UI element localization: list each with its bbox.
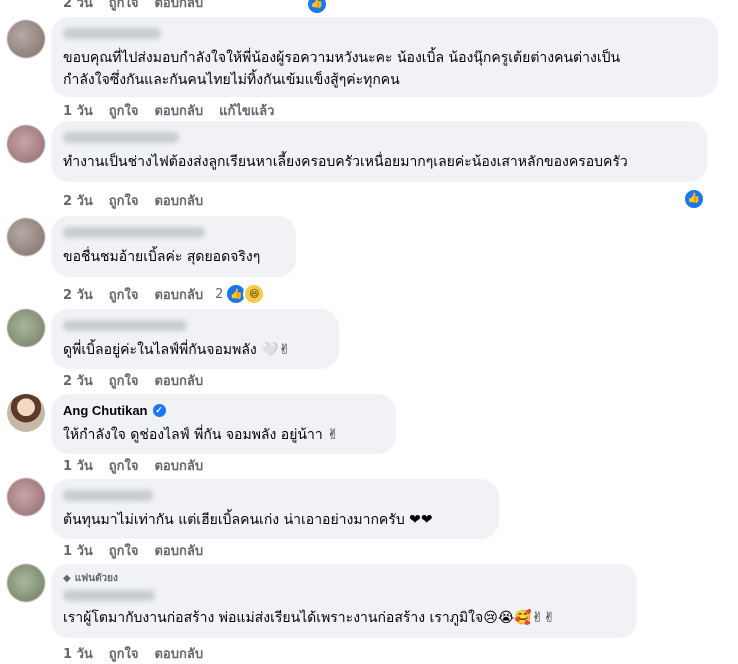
- like-action[interactable]: ถูกใจ: [109, 643, 139, 664]
- avatar[interactable]: [7, 478, 45, 516]
- commenter-name-blurred[interactable]: [63, 590, 155, 601]
- comment-actions: 1 วัน ถูกใจ ตอบกลับ: [63, 643, 203, 664]
- reply-action[interactable]: ตอบกลับ: [154, 643, 203, 664]
- comment-actions: 2 วัน ถูกใจ ตอบกลับ: [63, 370, 203, 391]
- commenter-name-blurred[interactable]: [63, 28, 161, 39]
- reply-action[interactable]: ตอบกลับ: [154, 100, 203, 121]
- avatar[interactable]: [7, 564, 45, 602]
- reply-action[interactable]: ตอบกลับ: [154, 455, 203, 476]
- like-icon: 👍: [306, 0, 328, 15]
- comment-actions-partial: 2 วัน ถูกใจ ตอบกลับ: [63, 0, 203, 13]
- comment-bubble: Ang Chutikan ✓ ให้กำลังใจ ดูช่องไลฟ์ พี่…: [51, 394, 396, 454]
- like-reaction-icon: 👍: [306, 0, 328, 15]
- commenter-name-blurred[interactable]: [63, 132, 179, 143]
- comment-text: ให้กำลังใจ ดูช่องไลฟ์ พี่กัน จอมพลัง อยู…: [63, 427, 339, 443]
- comment-text: กำลังใจซึ่งกันและกันคนไทยไม่ทิ้งกันเข้มแ…: [63, 72, 400, 88]
- comment-text: ดูพี่เบิ้ลอยู่ค่ะในไลฟ์พี่กันจอมพลัง 🤍✌: [63, 342, 291, 358]
- comment-bubble: ขอบคุณที่ไปส่งมอบกำลังใจให้พี่น้องผู้รอค…: [51, 17, 718, 97]
- commenter-name-blurred[interactable]: [63, 227, 205, 238]
- like-action[interactable]: ถูกใจ: [109, 370, 139, 391]
- comment-text: เราผู้โตมากับงานก่อสร้าง พ่อแม่ส่งเรียนไ…: [63, 610, 556, 626]
- comment-text: ขอบคุณที่ไปส่งมอบกำลังใจให้พี่น้องผู้รอค…: [63, 50, 621, 66]
- avatar[interactable]: [7, 125, 45, 163]
- avatar[interactable]: [7, 218, 45, 256]
- comment-time[interactable]: 1 วัน: [63, 100, 93, 121]
- commenter-name-blurred[interactable]: [63, 490, 153, 501]
- comment-actions: 2 วัน ถูกใจ ตอบกลับ 2 👍 😆: [63, 283, 266, 305]
- comment-time[interactable]: 2 วัน: [63, 370, 93, 391]
- comment-time[interactable]: 2 วัน: [63, 190, 93, 211]
- reply-action[interactable]: ตอบกลับ: [154, 0, 203, 13]
- like-action[interactable]: ถูกใจ: [109, 0, 139, 13]
- comment-bubble: ขอชื่นชมอ้ายเบิ้ลค่ะ สุดยอดจริงๆ: [51, 216, 296, 277]
- reaction-summary[interactable]: 2 👍 😆: [215, 283, 266, 305]
- like-action[interactable]: ถูกใจ: [109, 100, 139, 121]
- reaction-count: 2: [215, 286, 224, 302]
- comment-bubble: ทำงานเป็นช่างไฟต้องส่งลูกเรียนหาเลี้ยงคร…: [51, 121, 707, 182]
- avatar[interactable]: [7, 394, 45, 432]
- comment-time[interactable]: 2 วัน: [63, 0, 93, 13]
- comment-actions: 1 วัน ถูกใจ ตอบกลับ: [63, 455, 203, 476]
- comment-bubble: ต้นทุนมาไม่เท่ากัน แต่เฮียเบิ้ลคนเก่ง น่…: [51, 479, 499, 539]
- comment-time[interactable]: 2 วัน: [63, 284, 93, 305]
- comment-bubble: ดูพี่เบิ้ลอยู่ค่ะในไลฟ์พี่กันจอมพลัง 🤍✌: [51, 309, 339, 369]
- avatar[interactable]: [7, 309, 45, 347]
- like-action[interactable]: ถูกใจ: [109, 190, 139, 211]
- like-icon: 👍: [683, 187, 705, 210]
- like-action[interactable]: ถูกใจ: [109, 284, 139, 305]
- like-action[interactable]: ถูกใจ: [109, 540, 139, 561]
- reply-action[interactable]: ตอบกลับ: [154, 540, 203, 561]
- diamond-icon: ◆: [63, 573, 71, 584]
- comment-text: ขอชื่นชมอ้ายเบิ้ลค่ะ สุดยอดจริงๆ: [63, 249, 261, 265]
- comment-bubble: ◆ แฟนตัวยง เราผู้โตมากับงานก่อสร้าง พ่อแ…: [51, 564, 637, 638]
- reaction-summary[interactable]: 👍: [683, 186, 705, 210]
- comment-time[interactable]: 1 วัน: [63, 540, 93, 561]
- haha-icon: 😆: [243, 283, 266, 305]
- reply-action[interactable]: ตอบกลับ: [154, 190, 203, 211]
- comment-actions: 1 วัน ถูกใจ ตอบกลับ: [63, 540, 203, 561]
- comment-time[interactable]: 1 วัน: [63, 643, 93, 664]
- badge-label: แฟนตัวยง: [74, 573, 118, 584]
- like-action[interactable]: ถูกใจ: [109, 455, 139, 476]
- commenter-name-text[interactable]: Ang Chutikan: [63, 403, 148, 418]
- reply-action[interactable]: ตอบกลับ: [154, 370, 203, 391]
- edited-label: แก้ไขแล้ว: [219, 104, 275, 119]
- comment-time[interactable]: 1 วัน: [63, 455, 93, 476]
- comment-actions: 2 วัน ถูกใจ ตอบกลับ: [63, 190, 203, 211]
- comment-text: ต้นทุนมาไม่เท่ากัน แต่เฮียเบิ้ลคนเก่ง น่…: [63, 512, 433, 528]
- avatar[interactable]: [7, 20, 45, 58]
- comment-text: ทำงานเป็นช่างไฟต้องส่งลูกเรียนหาเลี้ยงคร…: [63, 154, 628, 170]
- verified-icon: ✓: [152, 404, 166, 417]
- commenter-name[interactable]: Ang Chutikan ✓: [63, 403, 384, 418]
- comment-actions: 1 วัน ถูกใจ ตอบกลับ แก้ไขแล้ว: [63, 100, 274, 121]
- commenter-name-blurred[interactable]: [63, 320, 187, 331]
- reply-action[interactable]: ตอบกลับ: [154, 284, 203, 305]
- top-fan-badge: ◆ แฟนตัวยง: [63, 571, 625, 586]
